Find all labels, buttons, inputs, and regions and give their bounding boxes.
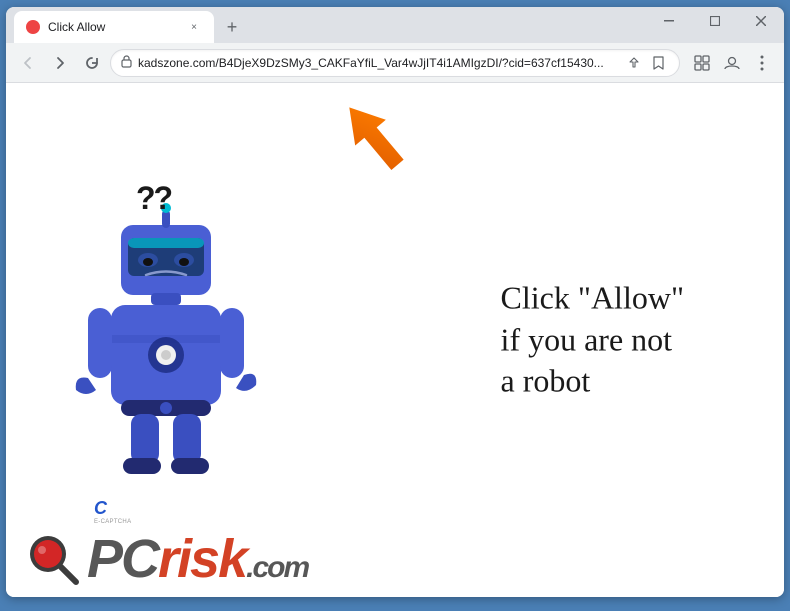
robot-text-line1: Click "Allow" — [501, 278, 684, 320]
page-inner: ?? — [6, 83, 784, 597]
pcrisk-logo-risk: risk — [158, 529, 246, 589]
address-bar[interactable]: kadszone.com/B4DjeX9DzSMy3_CAKFaYfiL_Var… — [110, 49, 680, 77]
arrow-indicator — [335, 93, 415, 188]
robot-text-line2: if you are not — [501, 319, 684, 361]
tab-title: Click Allow — [48, 20, 178, 34]
refresh-button[interactable] — [78, 49, 106, 77]
minimize-button[interactable] — [646, 7, 692, 35]
tab-favicon — [26, 20, 40, 34]
ecaptcha-c-icon: C — [94, 498, 131, 519]
url-display: kadszone.com/B4DjeX9DzSMy3_CAKFaYfiL_Var… — [138, 56, 617, 70]
ecaptcha-label: E-CAPTCHA — [94, 519, 131, 525]
extensions-button[interactable] — [688, 49, 716, 77]
tabs-area: Click Allow × + — [14, 7, 246, 43]
menu-button[interactable] — [748, 49, 776, 77]
title-bar: Click Allow × + — [6, 7, 784, 43]
toolbar-actions — [688, 49, 776, 77]
robot-illustration: ?? — [66, 180, 286, 500]
pcrisk-watermark: PCrisk.com — [26, 532, 308, 587]
robot-svg — [66, 180, 266, 480]
new-tab-button[interactable]: + — [218, 13, 246, 41]
close-button[interactable] — [738, 7, 784, 35]
pcrisk-icon — [26, 532, 81, 587]
address-actions — [623, 52, 669, 74]
forward-button[interactable] — [46, 49, 74, 77]
tab-close-button[interactable]: × — [186, 19, 202, 35]
ecaptcha-badge: C E-CAPTCHA — [94, 498, 131, 525]
browser-window: Click Allow × + — [6, 7, 784, 597]
pcrisk-text-container: PCrisk.com — [87, 535, 308, 584]
page-content: ?? — [6, 83, 784, 597]
pcrisk-logo-domain: .com — [246, 551, 308, 584]
bookmark-button[interactable] — [647, 52, 669, 74]
maximize-button[interactable] — [692, 7, 738, 35]
active-tab[interactable]: Click Allow × — [14, 11, 214, 43]
robot-text-line3: a robot — [501, 361, 684, 403]
share-button[interactable] — [623, 52, 645, 74]
window-controls — [646, 7, 784, 35]
back-button[interactable] — [14, 49, 42, 77]
question-marks: ?? — [136, 180, 171, 217]
profile-button[interactable] — [718, 49, 746, 77]
robot-message: Click "Allow" if you are not a robot — [501, 278, 684, 403]
security-lock-icon — [121, 55, 132, 71]
pcrisk-logo: PCrisk.com — [87, 535, 308, 584]
navigation-bar: kadszone.com/B4DjeX9DzSMy3_CAKFaYfiL_Var… — [6, 43, 784, 83]
